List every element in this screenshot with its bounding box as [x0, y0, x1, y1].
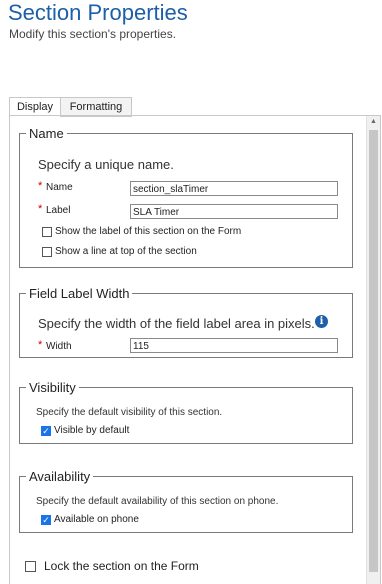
availability-group: Availability Specify the default availab… [19, 469, 353, 533]
availability-group-legend: Availability [29, 469, 91, 484]
show-label-checkbox-label: Show the label of this section on the Fo… [55, 226, 242, 237]
available-on-phone-label: Available on phone [54, 514, 139, 525]
name-group-description: Specify a unique name. [38, 157, 174, 172]
page-title: Section Properties [8, 0, 188, 25]
tab-panel-display: Name Specify a unique name. * Name secti… [9, 115, 381, 584]
visibility-description: Specify the default visibility of this s… [36, 407, 223, 418]
show-label-checkbox[interactable] [42, 227, 52, 237]
show-line-checkbox[interactable] [42, 247, 52, 257]
visibility-group: Visibility Specify the default visibilit… [19, 380, 353, 444]
info-icon[interactable]: i [315, 315, 328, 328]
width-field[interactable]: 115 [130, 338, 338, 353]
required-indicator-icon: * [38, 180, 43, 192]
scrollbar-thumb[interactable] [369, 130, 378, 572]
tab-display[interactable]: Display [9, 97, 61, 117]
name-group-legend: Name [29, 126, 64, 141]
name-field[interactable]: section_slaTimer [130, 181, 338, 196]
field-label-width-description: Specify the width of the field label are… [38, 316, 315, 331]
required-indicator-icon: * [38, 203, 43, 215]
label-field[interactable]: SLA Timer [130, 204, 338, 219]
lock-section-checkbox[interactable] [25, 561, 36, 572]
page-subtitle: Modify this section's properties. [9, 27, 177, 41]
lock-section-label: Lock the section on the Form [44, 559, 199, 573]
field-label-width-group: Field Label Width Specify the width of t… [19, 286, 353, 358]
vertical-scrollbar[interactable]: ▲ [366, 116, 380, 584]
visible-by-default-checkbox[interactable]: ✓ [41, 426, 51, 436]
availability-description: Specify the default availability of this… [36, 496, 279, 507]
available-on-phone-checkbox[interactable]: ✓ [41, 515, 51, 525]
visibility-group-legend: Visibility [29, 380, 76, 395]
name-field-label: Name [46, 182, 73, 193]
name-group: Name Specify a unique name. * Name secti… [19, 126, 353, 268]
field-label-width-legend: Field Label Width [29, 286, 130, 301]
scroll-up-arrow-icon[interactable]: ▲ [367, 116, 380, 128]
width-field-label: Width [46, 341, 72, 352]
label-field-label: Label [46, 205, 71, 216]
required-indicator-icon: * [38, 339, 43, 351]
tab-formatting[interactable]: Formatting [60, 97, 132, 117]
show-line-checkbox-label: Show a line at top of the section [55, 246, 197, 257]
visible-by-default-label: Visible by default [54, 425, 130, 436]
